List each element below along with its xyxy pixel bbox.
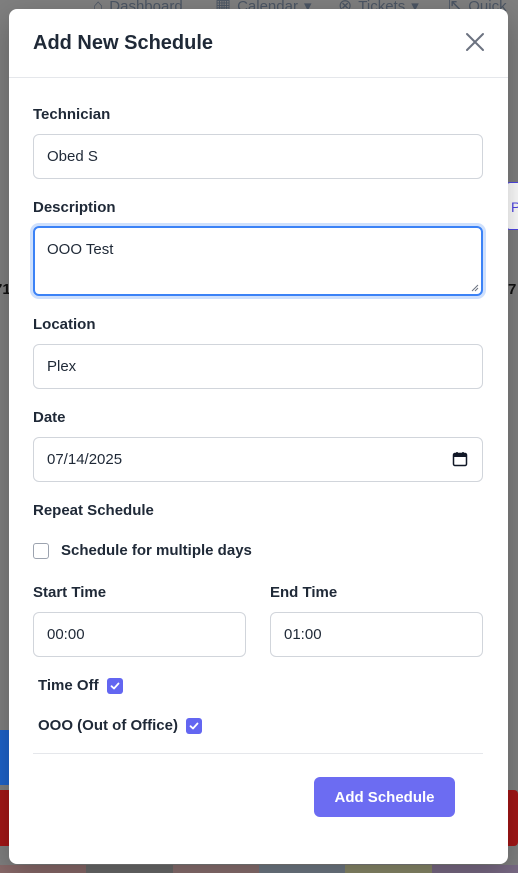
ooo-label: OOO (Out of Office) (38, 717, 178, 734)
resize-grip-icon[interactable] (471, 284, 479, 292)
end-time-value: 01:00 (284, 626, 322, 643)
start-time-label: Start Time (33, 584, 107, 601)
time-off-option[interactable]: Time Off (38, 677, 123, 694)
location-value: Plex (47, 358, 77, 375)
date-field[interactable]: 07/14/2025 (33, 437, 483, 482)
description-field[interactable]: OOO Test (33, 226, 483, 296)
close-button[interactable] (464, 31, 486, 53)
technician-value: Obed S (47, 148, 98, 165)
multiple-days-option[interactable]: Schedule for multiple days (33, 542, 252, 559)
start-time-value: 00:00 (47, 626, 85, 643)
add-schedule-button[interactable]: Add Schedule (314, 777, 455, 817)
modal-title: Add New Schedule (33, 32, 214, 54)
technician-field[interactable]: Obed S (33, 134, 483, 179)
background-footer-strip (0, 865, 518, 873)
add-schedule-modal: Add New Schedule Technician Obed S Descr… (9, 9, 508, 864)
check-icon (189, 722, 199, 729)
time-off-checkbox[interactable] (106, 677, 123, 694)
repeat-schedule-label: Repeat Schedule (33, 502, 154, 519)
check-icon (110, 682, 119, 689)
end-time-field[interactable]: 01:00 (270, 612, 483, 657)
location-label: Location (33, 316, 96, 333)
end-time-label: End Time (270, 584, 338, 601)
time-off-label: Time Off (38, 677, 99, 694)
start-time-field[interactable]: 00:00 (33, 612, 246, 657)
footer-divider (33, 753, 483, 754)
multiple-days-label: Schedule for multiple days (61, 542, 252, 559)
location-field[interactable]: Plex (33, 344, 483, 389)
calendar-icon[interactable] (452, 451, 468, 467)
ooo-checkbox[interactable] (186, 717, 202, 734)
description-value: OOO Test (47, 241, 114, 258)
close-icon (466, 33, 484, 51)
ooo-option[interactable]: OOO (Out of Office) (38, 717, 202, 734)
date-value: 07/14/2025 (47, 451, 123, 468)
modal-header: Add New Schedule (9, 9, 508, 78)
calendar-column-number: 7 (508, 281, 517, 298)
date-label: Date (33, 409, 66, 426)
technician-label: Technician (33, 106, 111, 123)
description-label: Description (33, 199, 116, 216)
multiple-days-checkbox[interactable] (33, 542, 49, 559)
